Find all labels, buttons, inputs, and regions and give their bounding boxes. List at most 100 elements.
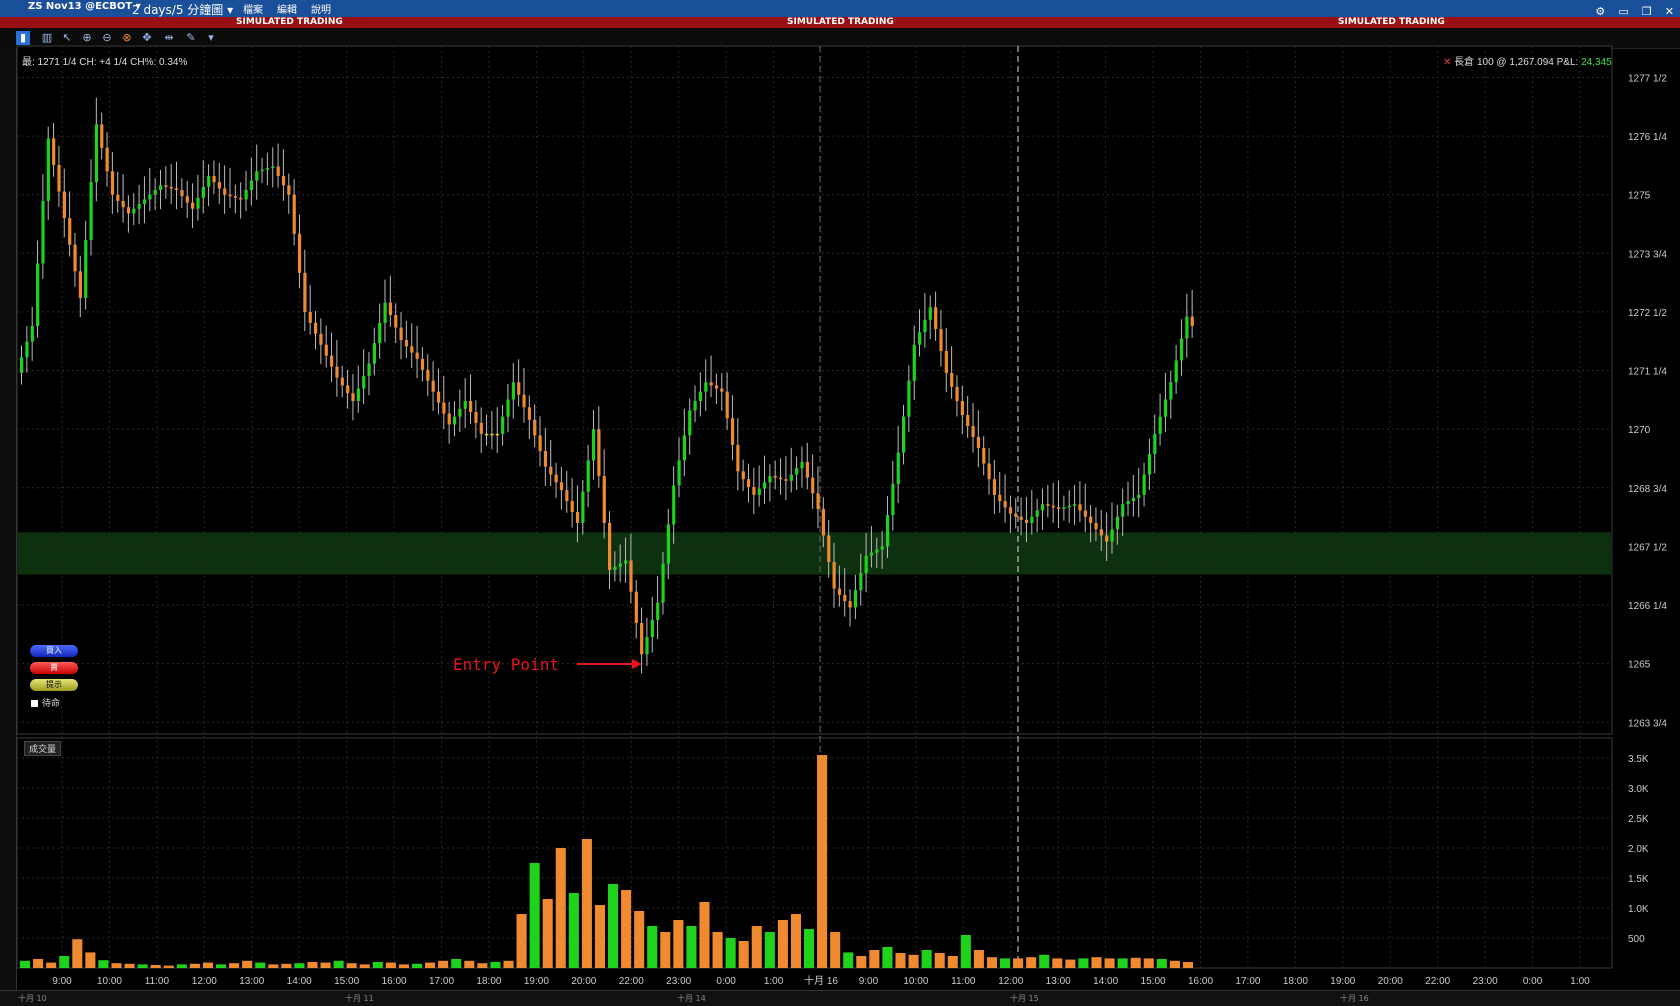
candle-body — [287, 185, 291, 195]
candle-body — [650, 619, 654, 638]
candle-body — [1094, 522, 1098, 530]
volume-bar — [1000, 958, 1011, 968]
candle-body — [1067, 505, 1071, 508]
time-tick-label: 15:00 — [334, 976, 359, 987]
candle-body — [485, 433, 489, 436]
volume-pane-title: 成交量 — [24, 741, 62, 756]
volume-tick-label: 1.5K — [1628, 874, 1649, 885]
volume-bar — [346, 963, 357, 968]
candle-body — [896, 452, 900, 484]
volume-bar — [150, 965, 161, 968]
volume-bar — [895, 953, 906, 968]
candle-body — [549, 466, 553, 475]
candle-body — [436, 391, 441, 403]
candle-body — [1153, 433, 1157, 455]
time-tick-label: 16:00 — [382, 976, 407, 987]
volume-bar — [542, 899, 553, 968]
candle-body — [158, 185, 163, 190]
volume-bar — [242, 960, 253, 968]
volume-bar — [725, 938, 736, 968]
candle-body — [1163, 399, 1168, 417]
volume-bar — [608, 884, 619, 968]
price-chart[interactable]: 1277 1/2 1276 1/4 1275 1273 3/4 1272 1/2 1271… — [0, 0, 1680, 1005]
candle-body — [891, 483, 895, 516]
price-tick-label: 1273 3/4 — [1628, 249, 1667, 260]
candle-body — [137, 204, 141, 209]
candle-body — [495, 433, 499, 436]
candle-body — [249, 180, 254, 190]
candle-body — [966, 415, 970, 427]
volume-bar — [98, 960, 109, 968]
time-tick-label: 十月 16 — [804, 974, 838, 987]
candle-body — [175, 188, 179, 190]
candle-body — [30, 326, 34, 342]
time-tick-label: 23:00 — [1473, 976, 1498, 987]
volume-bar — [529, 863, 540, 968]
volume-pane — [16, 737, 1613, 969]
candle-body — [1131, 497, 1136, 502]
time-tick-label: 22:00 — [619, 976, 644, 987]
volume-bar — [137, 964, 148, 968]
time-tick-label: 22:00 — [1425, 976, 1450, 987]
candle-body — [292, 194, 296, 234]
volume-bar — [398, 964, 409, 968]
candle-body — [1035, 510, 1039, 517]
candle-body — [885, 515, 890, 547]
candle-body — [752, 487, 756, 495]
date-label: 十月 14 — [677, 994, 706, 1003]
date-label: 十月 16 — [1340, 994, 1369, 1003]
candle-body — [976, 436, 981, 448]
candle-body — [212, 175, 216, 183]
candle-body — [335, 366, 339, 378]
volume-bar — [594, 905, 605, 968]
candle-body — [362, 376, 366, 389]
candle-body — [880, 546, 884, 550]
candle-body — [1003, 501, 1007, 508]
time-tick-label: 9:00 — [859, 976, 879, 987]
candle-body — [672, 485, 676, 525]
candle-body — [148, 194, 152, 200]
time-tick-label: 17:00 — [1235, 976, 1260, 987]
candle-body — [618, 563, 622, 567]
candle-body — [378, 322, 382, 344]
candle-body — [763, 482, 767, 489]
candle-body — [196, 197, 200, 209]
alert-button[interactable]: 提示 — [30, 679, 78, 691]
candle-body — [57, 164, 61, 192]
candle-body — [217, 182, 221, 189]
volume-bar — [1104, 958, 1115, 968]
date-strip: 十月 10 十月 11 十月 14 十月 15 十月 16 — [0, 990, 1680, 1006]
time-tick-label: 9:00 — [52, 976, 72, 987]
volume-bar — [712, 932, 723, 968]
sell-button[interactable]: 賣 — [30, 662, 78, 674]
volume-bar — [33, 959, 44, 968]
candle-body — [447, 413, 451, 425]
candle-body — [260, 169, 264, 172]
volume-tick-label: 2.5K — [1628, 814, 1649, 825]
volume-bar — [20, 960, 31, 968]
time-tick-label: 20:00 — [1378, 976, 1403, 987]
volume-bar — [385, 962, 396, 968]
candle-body — [608, 522, 612, 570]
candle-body — [682, 435, 687, 461]
time-tick-label: 0:00 — [1523, 976, 1543, 987]
buy-button[interactable]: 買入 — [30, 645, 78, 657]
candle-body — [511, 382, 515, 400]
candle-body — [837, 588, 842, 595]
candle-body — [779, 477, 783, 480]
candle-body — [992, 479, 997, 495]
pending-checkbox[interactable]: 待命 — [31, 696, 60, 709]
candle-body — [597, 429, 601, 477]
volume-bar — [359, 964, 370, 968]
candle-body — [960, 401, 964, 416]
candle-body — [832, 562, 836, 589]
candle-body — [581, 491, 585, 523]
candle-body — [346, 385, 350, 394]
volume-bar — [817, 755, 828, 968]
volume-bar — [255, 962, 266, 968]
close-position-icon[interactable]: ✕ — [1443, 57, 1451, 68]
candle-body — [666, 524, 670, 564]
candle-body — [1174, 360, 1178, 383]
time-tick-label: 23:00 — [666, 976, 691, 987]
volume-bar — [568, 893, 579, 968]
